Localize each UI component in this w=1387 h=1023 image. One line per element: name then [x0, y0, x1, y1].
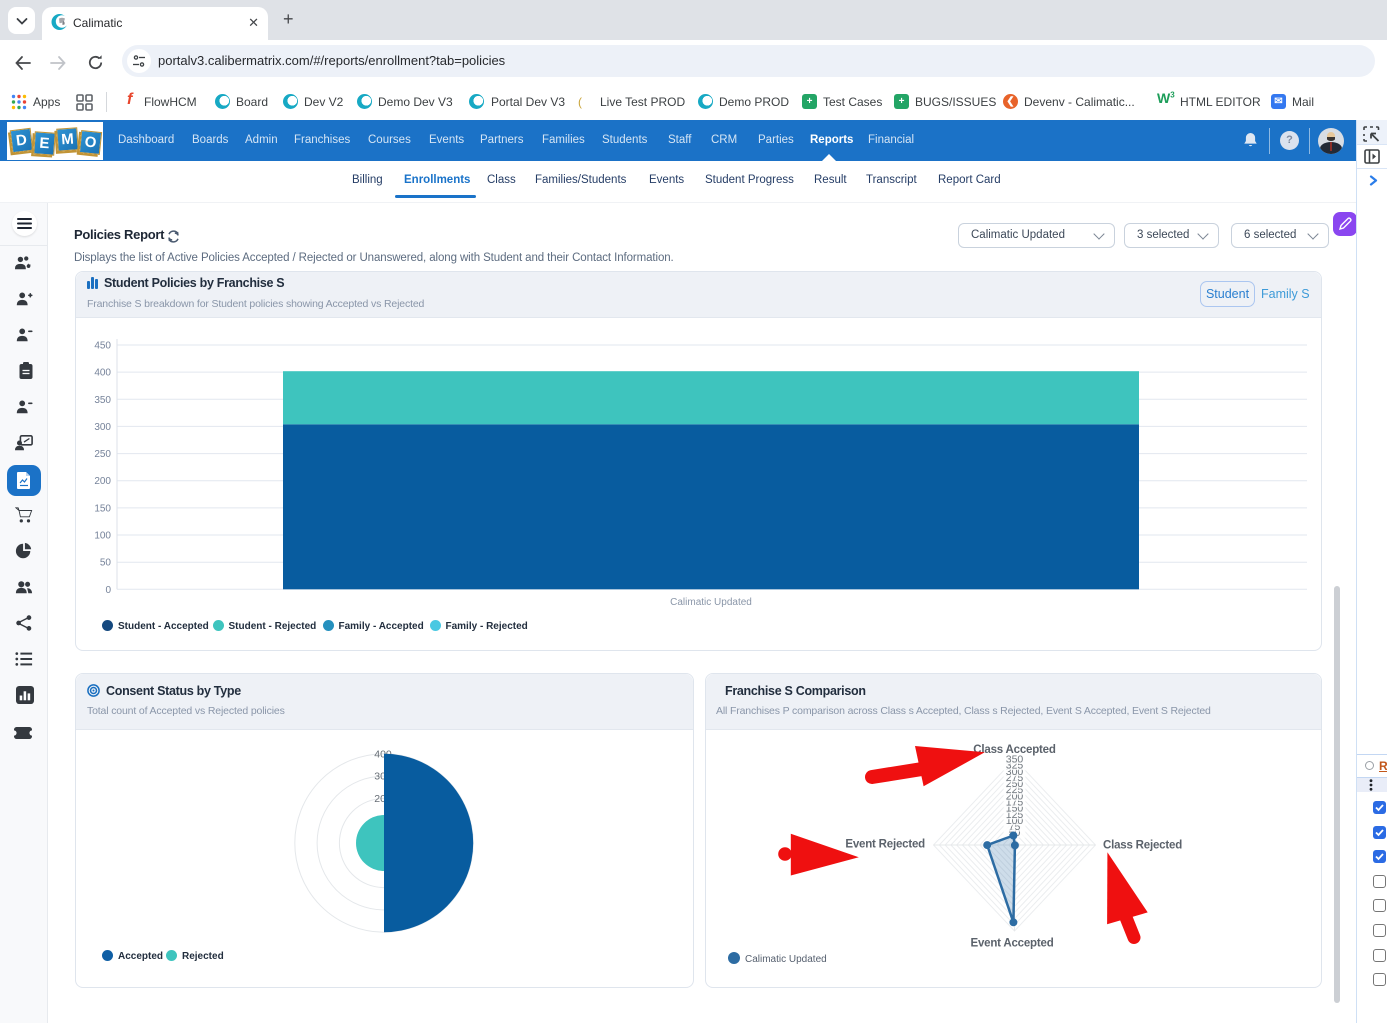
svg-text:400: 400: [94, 368, 111, 379]
svg-text:450: 450: [94, 341, 111, 352]
svg-text:Event Accepted: Event Accepted: [970, 938, 1053, 950]
svg-text:200: 200: [94, 476, 111, 487]
svg-text:0: 0: [105, 585, 111, 596]
svg-text:Event Rejected: Event Rejected: [845, 839, 925, 851]
svg-text:250: 250: [94, 449, 111, 460]
svg-text:50: 50: [100, 558, 112, 569]
svg-text:Class Accepted: Class Accepted: [973, 744, 1056, 756]
svg-text:Class Rejected: Class Rejected: [1103, 840, 1182, 852]
svg-text:150: 150: [94, 503, 111, 514]
svg-text:100: 100: [94, 531, 111, 542]
svg-text:Calimatic Updated: Calimatic Updated: [670, 597, 752, 608]
svg-text:300: 300: [94, 422, 111, 433]
svg-text:350: 350: [94, 395, 111, 406]
